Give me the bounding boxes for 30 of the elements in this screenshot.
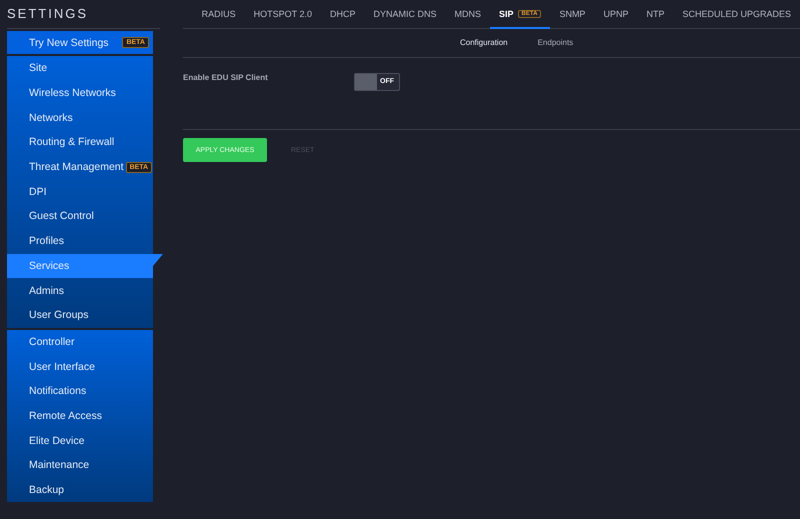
sidebar-item[interactable]: Profiles (7, 228, 153, 254)
sidebar-item[interactable]: Notifications (7, 378, 153, 404)
sidebar-item[interactable]: Elite Device (7, 428, 153, 453)
sidebar-item[interactable]: Admins (7, 278, 153, 303)
sidebar-item[interactable]: Controller (7, 330, 153, 354)
subtab[interactable]: Configuration (460, 29, 508, 57)
sidebar-item[interactable]: Remote Access (7, 404, 153, 428)
subtab[interactable]: Endpoints (538, 29, 574, 57)
sidebar-item[interactable]: Guest Control (7, 204, 153, 229)
sidebar-item[interactable]: Maintenance (7, 453, 153, 478)
pointer-icon (153, 254, 163, 266)
sidebar-item[interactable]: Networks (7, 105, 153, 130)
tab[interactable]: SCHEDULED UPGRADES (673, 0, 800, 29)
sidebar-item[interactable]: Site (7, 56, 153, 81)
tab[interactable]: HOTSPOT 2.0 (244, 0, 321, 29)
tab[interactable]: DHCP (321, 0, 365, 29)
setting-label: Enable EDU SIP Client (183, 73, 269, 82)
tab[interactable]: RADIUS (192, 0, 245, 29)
tab[interactable]: DYNAMIC DNS (364, 0, 446, 29)
sidebar-item[interactable]: Backup (7, 478, 153, 502)
sidebar-title: SETTINGS (7, 0, 160, 29)
sidebar-item[interactable]: Routing & Firewall (7, 130, 153, 155)
tab[interactable]: UPNP (594, 0, 638, 29)
tab[interactable]: NTP (637, 0, 674, 29)
tab[interactable]: SNMP (550, 0, 594, 29)
sidebar-item[interactable]: User Groups (7, 302, 153, 328)
tab[interactable]: MDNS (446, 0, 490, 29)
sidebar-item[interactable]: Wireless Networks (7, 80, 153, 106)
sidebar-item[interactable]: DPI (7, 179, 153, 204)
sidebar-item[interactable]: User Interface (7, 354, 153, 379)
